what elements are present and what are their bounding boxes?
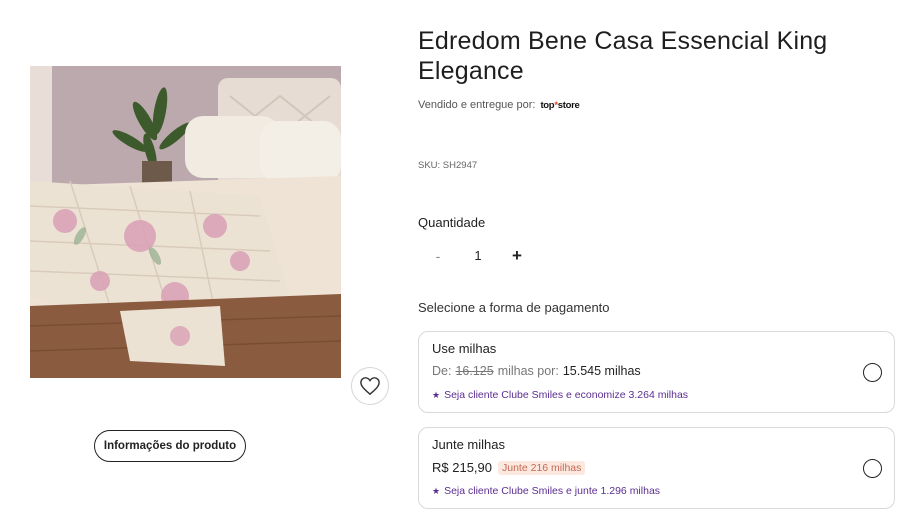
quantity-decrease-button[interactable]: - (430, 246, 446, 266)
star-icon: ★ (432, 485, 441, 496)
quantity-label: Quantidade (418, 215, 486, 230)
payment-option-use-miles[interactable]: Use milhas De: 16.125 milhas por: 15.545… (418, 331, 895, 413)
earn-miles-badge: Junte 216 milhas (498, 460, 586, 475)
favorite-button[interactable] (351, 367, 389, 405)
promo-text: Seja cliente Clube Smiles e junte 1.296 … (444, 485, 661, 497)
payment-option-title: Junte milhas (432, 437, 505, 452)
seller-logo-main: top (540, 99, 555, 111)
product-sku: SKU: SH2947 (418, 160, 478, 171)
quantity-value[interactable]: 1 (468, 246, 488, 266)
old-price: 16.125 (455, 364, 494, 378)
product-title: Edredom Bene Casa Essencial King Eleganc… (418, 27, 828, 85)
club-smiles-promo[interactable]: ★ Seja cliente Clube Smiles e junte 1.29… (432, 485, 660, 497)
club-smiles-promo[interactable]: ★ Seja cliente Clube Smiles e economize … (432, 389, 688, 401)
quantity-increase-button[interactable]: + (508, 246, 526, 266)
star-icon: ★ (432, 389, 441, 400)
money-price: R$ 215,90 Junte 216 milhas (432, 460, 586, 475)
new-price: 15.545 milhas (562, 364, 641, 378)
price-prefix: De: (432, 364, 452, 378)
heart-icon (360, 377, 380, 396)
radio-use-miles[interactable] (863, 363, 882, 382)
promo-text: Seja cliente Clube Smiles e economize 3.… (444, 389, 689, 401)
seller-logo-suffix: store (557, 99, 580, 111)
product-info-button[interactable]: Informações do produto (94, 430, 246, 462)
radio-join-miles[interactable] (863, 459, 882, 478)
payment-option-title: Use milhas (432, 341, 497, 356)
seller-info: Vendido e entregue por: top*store (418, 99, 580, 111)
product-image (30, 66, 341, 378)
price-middle: milhas por: (497, 364, 559, 378)
price-value: R$ 215,90 (432, 460, 492, 475)
miles-price: De: 16.125 milhas por: 15.545 milhas (432, 364, 641, 378)
seller-prefix: Vendido e entregue por: (418, 99, 536, 111)
payment-option-join-miles[interactable]: Junte milhas R$ 215,90 Junte 216 milhas … (418, 427, 895, 509)
payment-label: Selecione a forma de pagamento (418, 300, 610, 315)
seller-logo[interactable]: top*store (540, 100, 579, 111)
